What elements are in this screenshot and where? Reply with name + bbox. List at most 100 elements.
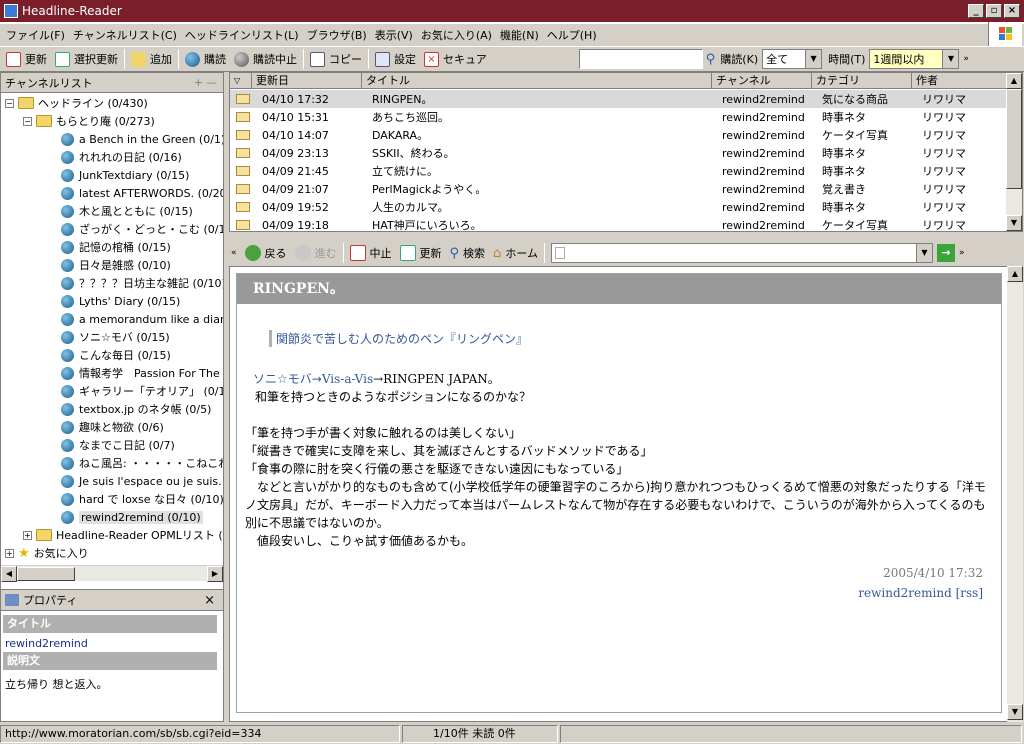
expand-icon[interactable]: + [23,530,32,540]
collapse-icon[interactable]: − [23,116,32,126]
close-button[interactable]: × [1004,4,1020,18]
channel-item[interactable]: latest AFTERWORDS. (0/20) [61,184,223,202]
menu-help[interactable]: ヘルプ(H) [543,27,601,43]
channel-item-selected[interactable]: rewind2remind (0/10) [61,508,203,526]
channel-item[interactable]: Lyths' Diary (0/15) [61,292,180,310]
tree-node-opml[interactable]: +Headline-Reader OPMLリスト (0/157) [23,526,223,544]
article-source-link[interactable]: rewind2remind [rss] [858,586,983,600]
secure-button[interactable]: × セキュア [420,48,491,70]
chevron-down-icon[interactable]: ▼ [915,244,932,262]
column-title[interactable]: タイトル [362,73,712,88]
tree-node-favorites[interactable]: + ★ お気に入り [5,544,89,562]
refresh-button[interactable]: 更新 [396,245,446,261]
table-row[interactable]: 04/09 21:45 立て続けに。 rewind2remind 時事ネタ リワリマ [230,162,1008,180]
toolbar-overflow-icon[interactable]: » [959,248,965,258]
stop-button[interactable]: 中止 [346,245,396,261]
source-link-2[interactable]: Vis-a-Vis [322,372,373,386]
search-button[interactable]: ⚲ 検索 [446,245,490,261]
filter-select[interactable]: 全て ▼ [762,49,823,69]
forward-button[interactable]: 進む [291,245,341,261]
stop-subscribe-button[interactable]: 購読中止 [230,48,301,70]
scroll-down-icon[interactable]: ▼ [1006,215,1022,231]
copy-button[interactable]: コピー [306,48,366,70]
channel-item[interactable]: ？？？？日坊主な雑記 (0/10) [61,274,223,292]
update-button[interactable]: 更新 [2,48,51,70]
channel-item[interactable]: 木と風とともに (0/15) [61,202,193,220]
menu-favorites[interactable]: お気に入り(A) [417,27,496,43]
mail-icon [236,220,250,230]
column-date[interactable]: 更新日 [252,73,362,88]
channel-item[interactable]: a memorandum like a diary (0/15) [61,310,223,328]
column-channel[interactable]: チャンネル [712,73,812,88]
menu-view[interactable]: 表示(V) [371,27,417,43]
home-button[interactable]: ⌂ ホーム [489,245,542,261]
channel-item[interactable]: ねこ風呂: ・・・・・こねこねこね [61,454,223,472]
table-row[interactable]: 04/09 19:52 人生のカルマ。 rewind2remind 時事ネタ リワリマ [230,198,1008,216]
menu-features[interactable]: 機能(N) [496,27,543,43]
scroll-thumb[interactable] [1006,89,1022,189]
pin-icon[interactable]: + [194,76,203,89]
globe-gray-icon [234,51,249,67]
expand-icon[interactable]: + [5,548,14,558]
minimize-button[interactable]: _ [968,4,984,18]
channel-item[interactable]: Je suis l'espace ou je suis. (0/9) [61,472,223,490]
channel-item[interactable]: JunkTextdiary (0/15) [61,166,189,184]
channel-item[interactable]: hard で loxse な日々 (0/10) [61,490,223,508]
back-button[interactable]: 戻る [241,245,291,261]
tree-node-folder[interactable]: − もらとり庵 (0/273) [23,112,155,130]
table-row[interactable]: 04/09 21:07 PerlMagickようやく。 rewind2remind 覚… [230,180,1008,198]
sort-column-icon[interactable]: ▽ [230,73,252,88]
table-row[interactable]: 04/10 15:31 あちこち巡回。 rewind2remind 時事ネタ リワリマ [230,108,1008,126]
table-row[interactable]: 04/09 19:18 HAT神戸にいろいろ。 rewind2remind ケータイ写… [230,216,1008,234]
channel-item[interactable]: textbox.jp のネタ帳 (0/5) [61,400,211,418]
menu-browser[interactable]: ブラウザ(B) [303,27,371,43]
scroll-thumb[interactable] [17,566,75,581]
channel-item[interactable]: 日々是雑感 (0/10) [61,256,171,274]
column-author[interactable]: 作者 [912,73,1008,88]
subscribe-button[interactable]: 購読 [181,48,230,70]
close-icon[interactable]: × [204,593,215,608]
tree-horizontal-scrollbar[interactable]: ◀ ▶ [1,565,223,582]
column-category[interactable]: カテゴリ [812,73,912,88]
menu-file[interactable]: ファイル(F) [2,27,69,43]
tree-node-headlines[interactable]: − ヘッドライン (0/430) [5,94,148,112]
table-row[interactable]: 04/09 23:13 SSKII、終わる。 rewind2remind 時事ネタ リワ… [230,144,1008,162]
scroll-down-icon[interactable]: ▼ [1007,704,1023,720]
collapse-panel-icon[interactable]: — [206,76,217,89]
settings-button[interactable]: 設定 [371,48,420,70]
mail-icon [236,94,250,104]
channel-item[interactable]: れれれの日記 (0/16) [61,148,182,166]
go-button[interactable]: → [936,244,955,262]
search-input[interactable] [578,49,703,69]
table-row[interactable]: 04/10 17:32 RINGPEN。 rewind2remind 気になる商品 リワ… [230,90,1008,108]
scroll-up-icon[interactable]: ▲ [1007,266,1023,282]
toolbar-separator [543,243,545,263]
scroll-left-icon[interactable]: ◀ [1,565,17,582]
browser-vertical-scrollbar[interactable]: ▲ ▼ [1007,266,1023,722]
menu-channel-list[interactable]: チャンネルリスト(C) [69,27,181,43]
channel-item[interactable]: 記憶の棺桶 (0/15) [61,238,171,256]
maximize-button[interactable]: ▫ [986,4,1002,18]
time-select[interactable]: 1週間以内 ▼ [869,49,960,69]
menu-headline-list[interactable]: ヘッドラインリスト(L) [181,27,303,43]
channel-item[interactable]: a Bench in the Green (0/1) [61,130,223,148]
source-link-1[interactable]: ソニ☆モバ [253,372,312,386]
channel-item[interactable]: 情報考学 Passion For The Future [61,364,223,382]
scroll-up-icon[interactable]: ▲ [1006,73,1022,89]
add-button[interactable]: 追加 [127,48,176,70]
folder-icon [18,97,34,109]
channel-item[interactable]: 趣味と物欲 (0/6) [61,418,164,436]
headline-vertical-scrollbar[interactable]: ▲ ▼ [1006,73,1022,231]
channel-item[interactable]: ざっがく・どっと・こむ (0/10) [61,220,223,238]
collapse-icon[interactable]: − [5,98,14,108]
search-go-button[interactable]: ⚲ [703,48,719,70]
channel-item[interactable]: ソニ☆モバ (0/15) [61,328,170,346]
scroll-right-icon[interactable]: ▶ [207,565,223,582]
channel-item[interactable]: なまでこ日記 (0/7) [61,436,175,454]
channel-item[interactable]: ギャラリー「テオリア」 (0/17) [61,382,223,400]
channel-item[interactable]: こんな毎日 (0/15) [61,346,171,364]
toolbar-overflow-icon[interactable]: » [963,54,969,64]
address-bar[interactable]: ▼ [550,243,933,263]
table-row[interactable]: 04/10 14:07 DAKARA。 rewind2remind ケータイ写真 リワリ… [230,126,1008,144]
select-update-button[interactable]: 選択更新 [51,48,122,70]
